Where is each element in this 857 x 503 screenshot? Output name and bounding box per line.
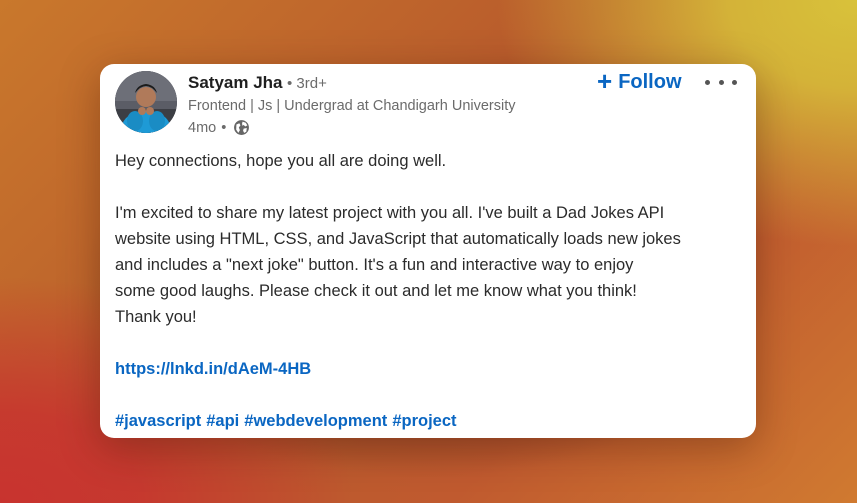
more-options-button[interactable] xyxy=(705,72,737,92)
ellipsis-icon xyxy=(732,79,737,85)
hashtag-webdevelopment[interactable]: #webdevelopment xyxy=(244,408,387,434)
post-line: Thank you! xyxy=(115,308,197,326)
hashtag-javascript[interactable]: #javascript xyxy=(115,408,201,434)
post-line: I'm excited to share my latest project w… xyxy=(115,204,665,222)
post-meta: 4mo • xyxy=(188,119,250,136)
connection-degree: • 3rd+ xyxy=(287,75,327,92)
post-line: website using HTML, CSS, and JavaScript … xyxy=(115,230,681,248)
post-card: Satyam Jha • 3rd+ Frontend | Js | Underg… xyxy=(100,64,756,438)
ellipsis-icon xyxy=(718,79,724,85)
avatar[interactable] xyxy=(115,71,177,133)
follow-button[interactable]: + Follow xyxy=(597,68,682,96)
post-line: some good laughs. Please check it out an… xyxy=(115,282,637,300)
hashtag-project[interactable]: #project xyxy=(392,408,456,434)
post-time: 4mo xyxy=(188,119,217,136)
hashtag-api[interactable]: #api xyxy=(206,408,239,434)
globe-icon xyxy=(233,119,250,136)
author-headline: Frontend | Js | Undergrad at Chandigarh … xyxy=(188,98,516,114)
post-greeting: Hey connections, hope you all are doing … xyxy=(115,152,447,170)
avatar-photo xyxy=(115,71,177,133)
ellipsis-icon xyxy=(705,79,710,85)
follow-label: Follow xyxy=(618,70,682,93)
project-link[interactable]: https://lnkd.in/dAeM-4HB xyxy=(115,360,311,378)
meta-separator: • xyxy=(221,119,227,136)
post-line: and includes a "next joke" button. It's … xyxy=(115,256,634,274)
post-body: Hey connections, hope you all are doing … xyxy=(115,148,745,434)
plus-icon: + xyxy=(597,65,613,96)
author-name[interactable]: Satyam Jha xyxy=(188,73,283,93)
